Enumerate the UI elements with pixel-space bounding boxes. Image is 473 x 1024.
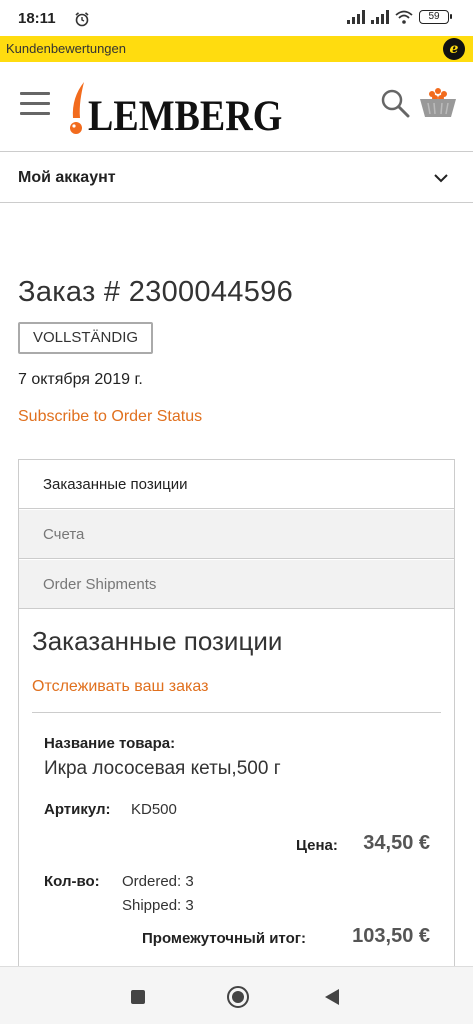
signal-icon [347,10,365,24]
product-name-label: Название товара: [44,735,176,752]
status-bar: 18:11 59 [0,0,473,36]
menu-icon[interactable] [20,92,50,116]
status-badge: VOLLSTÄNDIG [18,322,154,354]
subtotal-label: Промежуточный итог: [142,930,306,947]
sku-label: Артикул: [44,801,111,818]
order-tabs-panel: Заказанные позиции Счета Order Shipments… [18,459,455,974]
reviews-label: Kundenbewertungen [6,41,126,56]
section-title: Заказанные позиции [32,626,283,656]
subscribe-link[interactable]: Subscribe to Order Status [18,408,202,426]
account-dropdown[interactable]: Мой аккаунт [0,153,473,203]
lemberg-logo[interactable]: LEMBERG [66,78,282,140]
search-icon[interactable] [380,88,410,118]
back-icon[interactable] [325,989,339,1005]
subtotal-value: 103,50 € [352,925,430,947]
alarm-icon [75,12,89,27]
chevron-down-icon [434,174,448,183]
trusted-shops-badge-icon[interactable]: e [443,38,465,60]
product-name: Икра лососевая кеты,500 г [44,758,281,779]
system-nav-bar [0,966,473,1024]
home-icon[interactable] [227,986,249,1008]
track-order-link[interactable]: Отслеживать ваш заказ [32,678,208,696]
quantity-label: Кол-во: [44,873,100,890]
logo-text: LEMBERG [88,92,283,141]
quantity-shipped: Shipped: 3 [122,897,194,914]
list-item: Название товара: Икра лососевая кеты,500… [19,713,454,973]
price-value: 34,50 € [363,832,430,854]
price-label: Цена: [296,837,338,854]
wifi-icon [395,10,413,24]
status-time: 18:11 [18,10,56,27]
account-label: Мой аккаунт [18,169,116,186]
quantity-ordered: Ordered: 3 [122,873,194,890]
tab-ordered-items[interactable]: Заказанные позиции [19,460,454,509]
battery-icon: 59 [419,10,452,24]
order-date: 7 октября 2019 г. [18,371,143,388]
reviews-banner[interactable]: Kundenbewertungen e [0,36,473,62]
tab-invoices[interactable]: Счета [19,510,454,559]
sku-value: KD500 [131,801,177,818]
signal-icon-2 [371,10,389,24]
page-title: Заказ # 2300044596 [18,276,293,308]
cart-icon[interactable] [418,84,458,120]
site-header: LEMBERG [0,62,473,152]
tab-order-shipments[interactable]: Order Shipments [19,560,454,609]
recent-apps-icon[interactable] [131,990,145,1004]
